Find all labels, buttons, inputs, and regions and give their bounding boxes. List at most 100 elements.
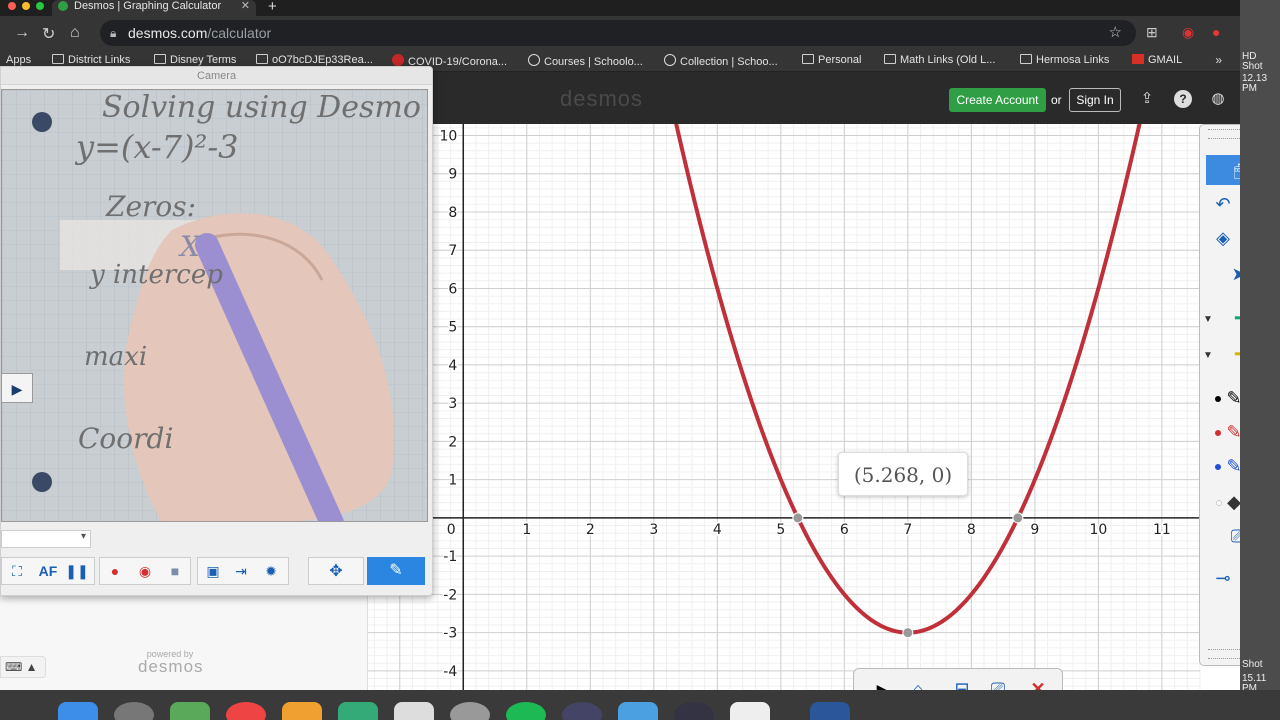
chevron-down-icon: ▾ <box>80 531 86 542</box>
gmail-icon <box>1132 54 1144 64</box>
camera-window[interactable]: Camera Solving using Desmo y=(x-7)²-3 Ze… <box>0 66 433 596</box>
x-tick-label: 9 <box>1030 522 1039 538</box>
y-tick-label: 7 <box>448 243 457 259</box>
word-icon[interactable] <box>810 702 850 720</box>
shapes-icon[interactable]: ◈ <box>1206 223 1240 253</box>
bookmark-math-links[interactable]: Math Links (Old L... <box>884 54 995 66</box>
y-tick-label: 3 <box>448 396 457 412</box>
y-tick-label: 9 <box>448 167 457 183</box>
extension-icon[interactable]: ◉ <box>1182 24 1194 41</box>
record-icon[interactable]: ● <box>103 559 127 583</box>
app-icon[interactable] <box>282 702 322 720</box>
bookmark-hermosa-links[interactable]: Hermosa Links <box>1020 54 1109 66</box>
move-tool-icon[interactable]: ✥ <box>308 557 364 585</box>
x-tick-label: 6 <box>840 522 849 538</box>
new-tab-icon[interactable]: + <box>268 0 277 15</box>
profile-icon[interactable]: ● <box>1212 24 1220 40</box>
brightness-icon[interactable]: ✹ <box>259 559 283 583</box>
address-bar[interactable]: 🔒︎ desmos.com/calculator ☆ <box>100 20 1136 46</box>
save-icon[interactable]: ▣ <box>201 559 225 583</box>
finder-icon[interactable] <box>58 702 98 720</box>
fit-screen-icon[interactable]: ⛶ <box>5 559 29 583</box>
x-tick-label: 1 <box>522 522 531 538</box>
more-bookmarks-icon[interactable]: » <box>1215 53 1222 67</box>
reload-icon[interactable]: ↻ <box>42 24 55 44</box>
share-icon[interactable]: ⇪ <box>1138 90 1156 108</box>
connector-icon[interactable]: ⊸ <box>1206 563 1240 593</box>
caret-down-icon[interactable]: ▼ <box>1200 305 1216 335</box>
create-account-button[interactable]: Create Account <box>949 88 1046 112</box>
desktop-edge <box>1240 0 1280 690</box>
y-tick-label: 8 <box>448 205 457 221</box>
y-tick-label: 2 <box>448 434 457 450</box>
help-icon[interactable]: ? <box>1174 90 1192 108</box>
x-tick-label: 5 <box>776 522 785 538</box>
home-icon[interactable]: ⌂ <box>70 24 80 42</box>
maximize-window-icon[interactable] <box>36 2 44 10</box>
bookmark-personal[interactable]: Personal <box>802 54 861 66</box>
notes-coord: Coordi <box>78 422 174 455</box>
browser-toolbar: → ↻ ⌂ 🔒︎ desmos.com/calculator ☆ ⊞ ◉ ● <box>0 16 1240 50</box>
y-tick-label: -4 <box>443 664 457 680</box>
sign-in-button[interactable]: Sign In <box>1069 88 1121 112</box>
extension-grid-icon[interactable]: ⊞ <box>1146 24 1158 41</box>
app-icon[interactable] <box>170 702 210 720</box>
y-tick-label: 10 <box>439 128 457 144</box>
export-icon[interactable]: ⇥ <box>229 559 253 583</box>
keyboard-toggle-button[interactable]: ⌨ ▲ <box>0 656 46 678</box>
pen-tool-icon[interactable]: ✎ <box>367 557 425 585</box>
numbers-icon[interactable] <box>338 702 378 720</box>
desmos-logo: desmos <box>560 86 644 111</box>
x-tick-label: 3 <box>649 522 658 538</box>
notes-max: maxi <box>84 342 148 372</box>
lock-icon: 🔒︎ <box>110 26 117 40</box>
tab-close-icon[interactable]: ✕ <box>241 0 250 12</box>
notes-equation: y=(x-7)²-3 <box>76 128 239 166</box>
bookmark-oo7bcdj[interactable]: oO7bcDJEp33Rea... <box>256 54 373 66</box>
y-tick-label: 6 <box>448 281 457 297</box>
x-tick-label: 8 <box>967 522 976 538</box>
or-label: or <box>1051 93 1062 107</box>
folder-icon <box>802 54 814 64</box>
autofocus-button[interactable]: AF <box>35 559 61 583</box>
folder-icon <box>154 54 166 64</box>
forward-arrow-icon[interactable]: → <box>14 24 30 42</box>
caret-down-icon[interactable]: ▼ <box>1200 341 1216 371</box>
y-tick-label: 1 <box>448 473 457 489</box>
camera-play-button[interactable]: ▶ <box>1 373 33 403</box>
close-window-icon[interactable] <box>8 2 16 10</box>
globe-icon[interactable]: ◍ <box>1209 90 1227 108</box>
app-icon[interactable] <box>730 702 770 720</box>
notes-title: Solving using Desmo <box>102 90 421 125</box>
stop-icon[interactable]: ■ <box>163 559 187 583</box>
keyboard-icon: ⌨ <box>5 660 23 674</box>
desktop-file-label-2: Shot <box>1242 61 1263 72</box>
bookmark-district-links[interactable]: District Links <box>52 54 130 66</box>
bookmark-collection-schoology[interactable]: Collection | Schoo... <box>664 54 778 68</box>
undo-icon[interactable]: ↶ <box>1206 189 1240 219</box>
schoology-icon <box>528 54 540 66</box>
x-tick-label: 11 <box>1153 522 1171 538</box>
x-tick-label: 4 <box>713 522 722 538</box>
bookmark-disney-terms[interactable]: Disney Terms <box>154 54 236 66</box>
point-of-interest <box>1012 512 1024 524</box>
record-timer-icon[interactable]: ◉ <box>133 559 157 583</box>
screen: Desmos | Graphing Calculator ✕ + → ↻ ⌂ 🔒… <box>0 0 1280 720</box>
bookmark-star-icon[interactable]: ☆ <box>1109 20 1122 46</box>
desktop-file-time: 12.13 PM <box>1242 73 1268 94</box>
camera-source-select[interactable]: ▾ <box>1 530 91 548</box>
url-path: /calculator <box>207 25 272 41</box>
pause-icon[interactable]: ❚❚ <box>65 559 89 583</box>
powered-by-desmos: powered by desmos <box>138 649 203 675</box>
caret-up-icon: ▲ <box>25 660 38 674</box>
folder-icon <box>1020 54 1032 64</box>
preview-icon[interactable] <box>394 702 434 720</box>
bookmark-apps[interactable]: Apps <box>6 54 31 66</box>
browser-tab-desmos[interactable]: Desmos | Graphing Calculator ✕ <box>52 0 256 16</box>
bookmark-courses-schoology[interactable]: Courses | Schoolo... <box>528 54 643 68</box>
point-of-interest <box>902 627 914 639</box>
app-icon[interactable] <box>618 702 658 720</box>
bookmark-gmail[interactable]: GMAIL <box>1132 54 1182 66</box>
minimize-window-icon[interactable] <box>22 2 30 10</box>
tab-title: Desmos | Graphing Calculator <box>74 0 222 12</box>
